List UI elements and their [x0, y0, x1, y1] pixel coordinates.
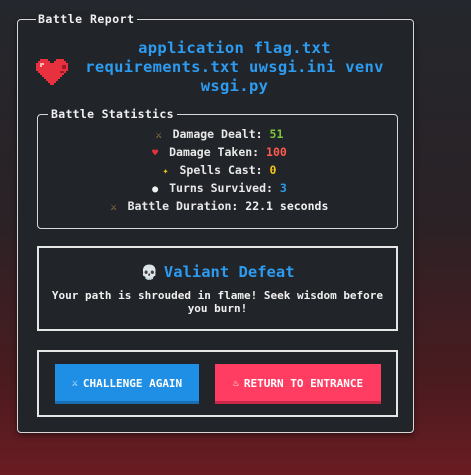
defeat-message: Your path is shrouded in flame! Seek wis…: [51, 289, 384, 315]
defeat-heading: 💀 Valiant Defeat: [39, 262, 396, 283]
crossed-swords-icon: ⚔: [110, 202, 117, 213]
panel-title: Battle Report: [36, 11, 137, 27]
stat-value: 22.1 seconds: [245, 199, 329, 213]
stat-label: Turns Survived:: [169, 181, 273, 195]
heart-icon: ♥: [152, 148, 159, 159]
stat-label: Battle Duration:: [127, 199, 239, 213]
pixel-heart-icon: [36, 59, 68, 85]
bomb-icon: ●: [152, 184, 159, 195]
challenge-again-label: CHALLENGE AGAIN: [82, 377, 183, 390]
statistics-title: Battle Statistics: [48, 106, 177, 122]
return-to-entrance-button[interactable]: ♨ RETURN TO ENTRANCE: [215, 364, 381, 404]
battle-headline: application flag.txt requirements.txt uw…: [85, 39, 384, 95]
defeat-box: 💀 Valiant Defeat Your path is shrouded in…: [37, 246, 398, 331]
battle-statistics: Battle Statistics ⚔ Damage Dealt: 51 ♥ D…: [37, 106, 398, 229]
sword-icon: ⚔: [71, 378, 78, 389]
stat-label: Damage Taken:: [169, 145, 260, 159]
sword-icon: ⚔: [155, 130, 162, 141]
stat-value: 0: [269, 163, 277, 177]
defeat-title: Valiant Defeat: [163, 263, 295, 281]
stat-value: 100: [266, 145, 287, 159]
sparkle-icon: ✦: [162, 166, 169, 177]
action-buttons: ⚔ CHALLENGE AGAIN ♨ RETURN TO ENTRANCE: [37, 350, 398, 417]
challenge-again-button[interactable]: ⚔ CHALLENGE AGAIN: [55, 364, 199, 404]
campfire-icon: ♨: [232, 378, 239, 389]
stat-damage-taken: ♥ Damage Taken: 100: [38, 144, 397, 162]
stat-turns-survived: ● Turns Survived: 3: [38, 180, 397, 198]
stat-damage-dealt: ⚔ Damage Dealt: 51: [38, 126, 397, 144]
stat-label: Spells Cast:: [179, 163, 263, 177]
stat-battle-duration: ⚔ Battle Duration: 22.1 seconds: [38, 198, 397, 216]
stat-spells-cast: ✦ Spells Cast: 0: [38, 162, 397, 180]
stat-value: 3: [279, 181, 287, 195]
skull-icon: 💀: [140, 265, 158, 281]
stat-value: 51: [269, 127, 284, 141]
battle-report-panel: Battle Report application flag.txt requi…: [17, 11, 414, 433]
stat-label: Damage Dealt:: [172, 127, 263, 141]
return-to-entrance-label: RETURN TO ENTRANCE: [243, 377, 364, 390]
